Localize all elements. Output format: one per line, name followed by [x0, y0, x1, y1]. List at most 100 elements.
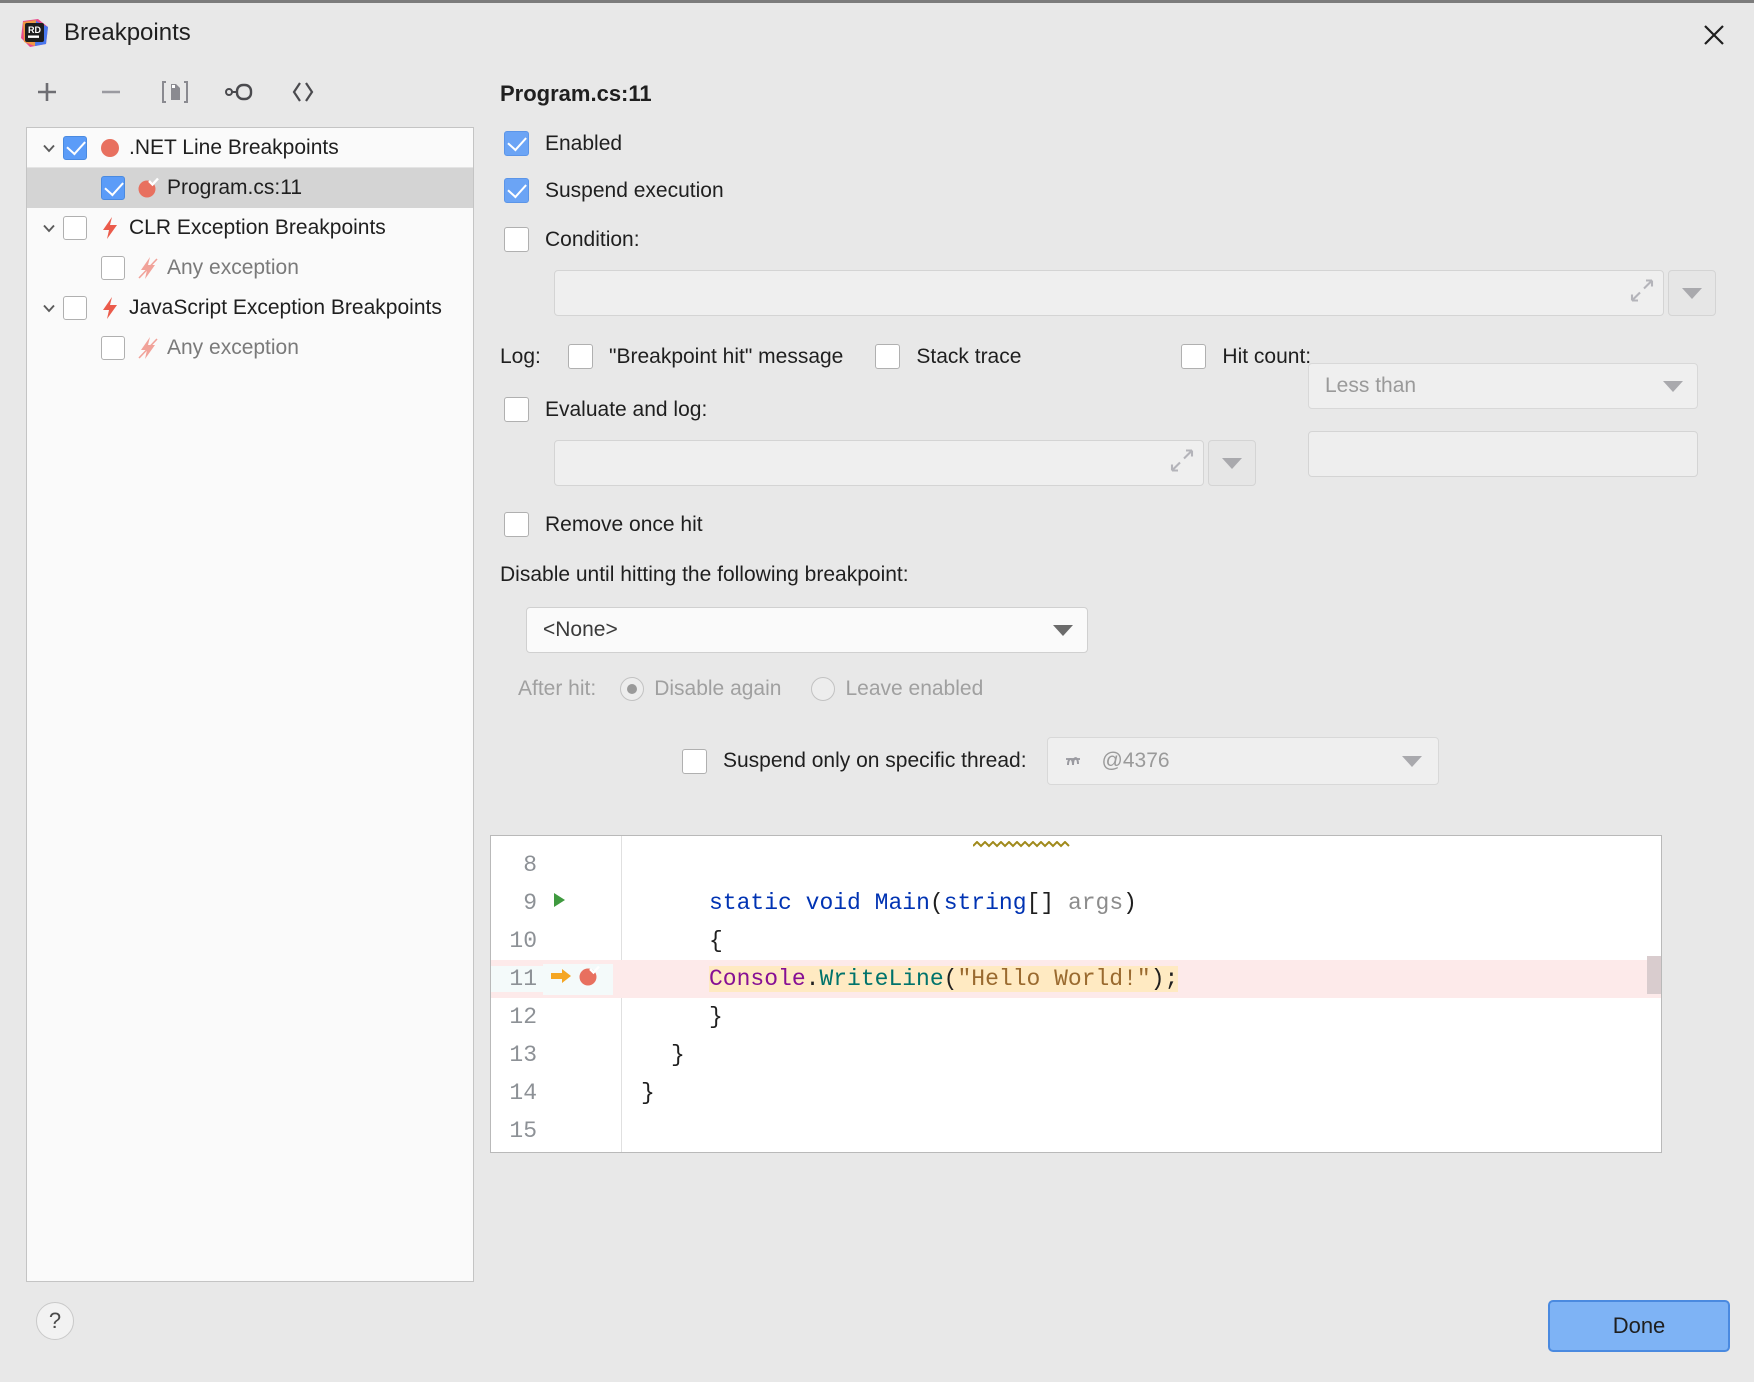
breakpoint-details-panel: Program.cs:11 Enabled Suspend execution …	[496, 73, 1734, 785]
suspend-execution-checkbox[interactable]	[504, 178, 529, 203]
chevron-down-icon[interactable]	[35, 299, 63, 317]
tree-checkbox[interactable]	[101, 176, 125, 200]
code-line-breakpoint: 11 Console.WriteLine("Hello World!");	[491, 960, 1661, 998]
tree-item-label: .NET Line Breakpoints	[129, 136, 339, 160]
code-text: {	[613, 928, 723, 954]
evaluate-and-log-history-dropdown[interactable]	[1208, 440, 1256, 486]
breakpoint-hit-icon	[135, 176, 161, 200]
disable-until-value: <None>	[543, 618, 618, 642]
mute-breakpoints-icon[interactable]	[218, 73, 260, 111]
run-gutter-icon[interactable]	[549, 890, 569, 917]
chevron-down-icon[interactable]	[1663, 381, 1683, 392]
breakpoints-dialog: RD Breakpoints	[0, 0, 1754, 1382]
breakpoints-tree[interactable]: .NET Line Breakpoints Program.cs:11 CLR …	[26, 127, 474, 1282]
hit-count-value-input[interactable]	[1308, 431, 1698, 477]
code-line: 12 }	[491, 998, 1661, 1036]
lightning-icon	[97, 296, 123, 320]
enabled-label: Enabled	[545, 132, 622, 156]
code-preview-editor[interactable]: 8 9 static void Main(string[] args) 10 {…	[490, 835, 1662, 1153]
remove-once-hit-label: Remove once hit	[545, 513, 703, 537]
evaluate-and-log-input-group	[554, 440, 1256, 486]
breakpoint-hit-message-checkbox[interactable]	[568, 344, 593, 369]
code-line: 13 }	[491, 1036, 1661, 1074]
code-text: }	[613, 1042, 685, 1068]
after-hit-label: After hit:	[518, 677, 596, 701]
hit-count-operator-select[interactable]: Less than	[1308, 363, 1698, 409]
condition-checkbox[interactable]	[504, 227, 529, 252]
suspend-thread-checkbox[interactable]	[682, 749, 707, 774]
tree-item-javascript-exception-breakpoints[interactable]: JavaScript Exception Breakpoints	[27, 288, 473, 328]
tree-checkbox[interactable]	[101, 336, 125, 360]
hit-count-operator-value: Less than	[1325, 374, 1416, 398]
enabled-row[interactable]: Enabled	[504, 131, 1734, 156]
condition-history-dropdown[interactable]	[1668, 270, 1716, 316]
expand-arrows-icon[interactable]	[1169, 448, 1195, 479]
expand-arrows-icon[interactable]	[1629, 278, 1655, 309]
tree-item-program-cs-11[interactable]: Program.cs:11	[27, 168, 473, 208]
code-text: Console.WriteLine("Hello World!");	[613, 966, 1178, 992]
line-number: 9	[491, 890, 543, 916]
remove-once-hit-row[interactable]: Remove once hit	[504, 512, 1734, 537]
remove-once-hit-checkbox[interactable]	[504, 512, 529, 537]
lightning-icon	[97, 216, 123, 240]
breakpoints-toolbar	[26, 73, 324, 111]
tree-item-javascript-any-exception[interactable]: Any exception	[27, 328, 473, 368]
tree-item-clr-any-exception[interactable]: Any exception	[27, 248, 473, 288]
hit-count-checkbox[interactable]	[1181, 344, 1206, 369]
evaluate-and-log-group: Evaluate and log:	[496, 397, 1256, 486]
breakpoint-hit-icon[interactable]	[577, 964, 601, 995]
line-number: 14	[491, 1080, 543, 1106]
condition-label: Condition:	[545, 228, 640, 252]
evaluate-and-log-input[interactable]	[554, 440, 1204, 486]
tree-checkbox[interactable]	[63, 216, 87, 240]
line-number: 12	[491, 1004, 543, 1030]
chevron-down-icon[interactable]	[35, 219, 63, 237]
tree-item-label: JavaScript Exception Breakpoints	[129, 296, 442, 320]
execution-pointer-icon	[549, 966, 573, 993]
code-text: }	[613, 1080, 655, 1106]
done-button[interactable]: Done	[1548, 1300, 1730, 1352]
disable-until-select[interactable]: <None>	[526, 607, 1088, 653]
editor-scrollbar[interactable]	[1647, 956, 1661, 994]
minus-icon[interactable]	[90, 73, 132, 111]
line-number: 11	[491, 966, 543, 992]
enabled-checkbox[interactable]	[504, 131, 529, 156]
stack-trace-label: Stack trace	[916, 345, 1021, 369]
tree-checkbox[interactable]	[63, 296, 87, 320]
chevron-down-icon[interactable]	[1053, 625, 1073, 636]
suspend-thread-label: Suspend only on specific thread:	[723, 749, 1027, 773]
stack-trace-checkbox[interactable]	[875, 344, 900, 369]
code-line: 14 }	[491, 1074, 1661, 1112]
code-line: 9 static void Main(string[] args)	[491, 884, 1661, 922]
tree-checkbox[interactable]	[63, 136, 87, 160]
after-hit-disable-again-label: Disable again	[654, 677, 781, 701]
dialog-title: Breakpoints	[64, 19, 191, 47]
condition-row[interactable]: Condition:	[504, 227, 1734, 252]
title-bar: RD Breakpoints	[0, 3, 1754, 63]
hit-count-group: Less than	[1308, 363, 1698, 477]
bracketed-page-icon[interactable]	[154, 73, 196, 111]
after-hit-disable-again-radio[interactable]	[620, 677, 644, 701]
help-button[interactable]: ?	[36, 1302, 74, 1340]
lightning-muted-icon	[135, 256, 161, 280]
tree-item-label: CLR Exception Breakpoints	[129, 216, 386, 240]
disable-until-label: Disable until hitting the following brea…	[500, 563, 1734, 587]
angle-brackets-icon[interactable]	[282, 73, 324, 111]
evaluate-and-log-row[interactable]: Evaluate and log:	[504, 397, 1256, 422]
close-icon[interactable]	[1688, 11, 1740, 59]
chevron-down-icon[interactable]	[35, 139, 63, 157]
evaluate-and-log-checkbox[interactable]	[504, 397, 529, 422]
code-line: 15	[491, 1112, 1661, 1150]
plus-icon[interactable]	[26, 73, 68, 111]
suspend-execution-row[interactable]: Suspend execution	[504, 178, 1734, 203]
tree-checkbox[interactable]	[101, 256, 125, 280]
gutter-icons[interactable]	[543, 964, 613, 995]
code-line: 8	[491, 846, 1661, 884]
condition-input[interactable]	[554, 270, 1664, 316]
after-hit-leave-enabled-radio[interactable]	[811, 677, 835, 701]
gutter-icons[interactable]	[543, 890, 613, 917]
tree-item-net-line-breakpoints[interactable]: .NET Line Breakpoints	[27, 128, 473, 168]
chevron-down-icon[interactable]	[1402, 756, 1422, 767]
tree-item-clr-exception-breakpoints[interactable]: CLR Exception Breakpoints	[27, 208, 473, 248]
suspend-thread-select[interactable]: @4376	[1047, 737, 1439, 785]
